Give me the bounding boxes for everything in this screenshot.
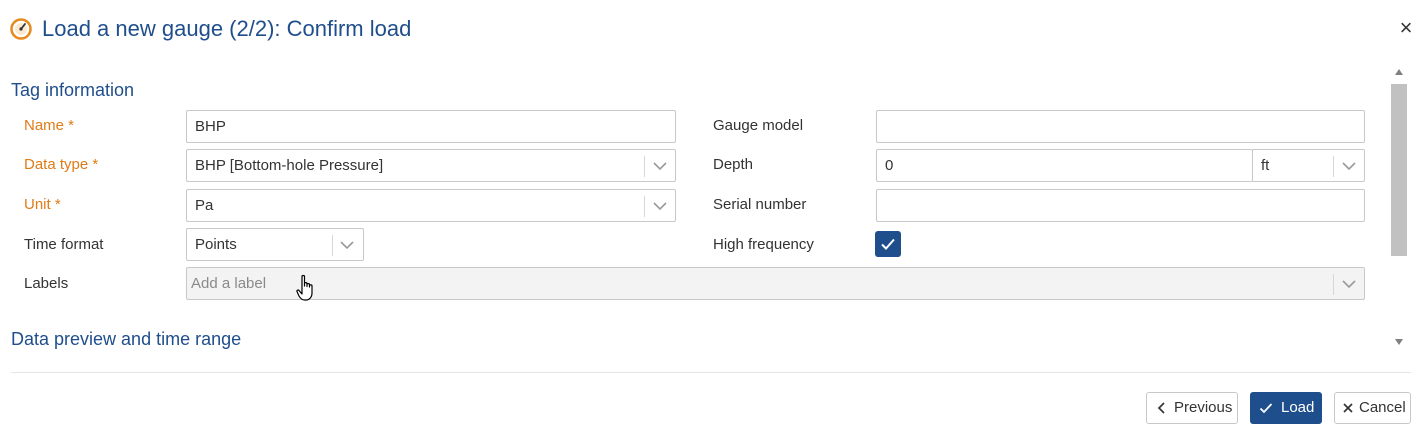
gauge-model-label: Gauge model	[713, 117, 804, 134]
required-mark: *	[88, 156, 99, 173]
hand-cursor-icon	[296, 274, 313, 301]
time-format-select[interactable]: Points	[186, 228, 364, 261]
high-frequency-checkbox[interactable]	[875, 231, 901, 257]
footer-divider	[11, 372, 1411, 373]
previous-label: Previous	[1174, 399, 1233, 416]
chevron-down-icon	[1342, 280, 1356, 289]
scrollbar-thumb[interactable]	[1391, 84, 1407, 256]
serial-number-input[interactable]	[876, 189, 1365, 222]
data-preview-heading: Data preview and time range	[11, 329, 242, 349]
scroll-down-arrow-icon[interactable]	[1395, 339, 1403, 345]
select-separator	[644, 196, 645, 217]
time-format-label: Time format	[24, 236, 104, 253]
close-button[interactable]: ×	[1394, 16, 1418, 40]
tag-information-heading: Tag information	[11, 80, 135, 100]
unit-select[interactable]: Pa	[186, 189, 676, 222]
vertical-scrollbar[interactable]	[1390, 64, 1408, 354]
select-separator	[1333, 156, 1334, 177]
name-input[interactable]: BHP	[186, 110, 676, 143]
cancel-label: Cancel	[1359, 399, 1406, 416]
depth-input[interactable]: 0	[876, 149, 1253, 182]
chevron-down-icon	[653, 202, 667, 211]
select-separator	[1333, 274, 1334, 295]
load-button[interactable]: Load	[1250, 392, 1322, 424]
unit-value: Pa	[195, 197, 214, 214]
name-label: Name *	[24, 116, 74, 136]
depth-label: Depth	[713, 156, 754, 173]
scroll-up-arrow-icon[interactable]	[1395, 69, 1403, 75]
time-format-value: Points	[195, 236, 237, 253]
chevron-left-icon	[1157, 402, 1165, 414]
chevron-down-icon	[1342, 162, 1356, 171]
chevron-down-icon	[653, 162, 667, 171]
gauge-icon	[10, 18, 32, 40]
name-label-text: Name	[24, 117, 65, 134]
gauge-model-input[interactable]	[876, 110, 1365, 143]
required-mark: *	[50, 196, 61, 213]
data-type-label: Data type *	[24, 155, 98, 175]
unit-label: Unit *	[24, 195, 61, 215]
close-icon	[1343, 403, 1353, 413]
dialog-content: Tag information Name * BHP Data type * B…	[0, 62, 1388, 354]
select-separator	[332, 235, 333, 256]
dialog-header: Load a new gauge (2/2): Confirm load ×	[0, 0, 1421, 60]
required-mark: *	[64, 117, 75, 134]
labels-label: Labels	[24, 275, 69, 292]
previous-button[interactable]: Previous	[1146, 392, 1238, 424]
depth-unit-select[interactable]: ft	[1252, 149, 1365, 182]
load-label: Load	[1281, 399, 1315, 416]
high-frequency-label: High frequency	[713, 236, 814, 253]
labels-placeholder: Add a label	[191, 275, 267, 292]
select-separator	[644, 156, 645, 177]
check-icon	[1259, 403, 1273, 414]
chevron-down-icon	[340, 241, 354, 250]
data-type-select[interactable]: BHP [Bottom-hole Pressure]	[186, 149, 676, 182]
depth-unit-value: ft	[1261, 157, 1270, 174]
labels-select[interactable]: Add a label	[186, 267, 1365, 300]
data-type-label-text: Data type	[24, 156, 89, 173]
check-icon	[881, 238, 895, 250]
data-type-value: BHP [Bottom-hole Pressure]	[195, 157, 384, 174]
cancel-button[interactable]: Cancel	[1334, 392, 1411, 424]
serial-number-label: Serial number	[713, 196, 807, 213]
unit-label-text: Unit	[24, 196, 51, 213]
dialog-title: Load a new gauge (2/2): Confirm load	[42, 16, 412, 41]
